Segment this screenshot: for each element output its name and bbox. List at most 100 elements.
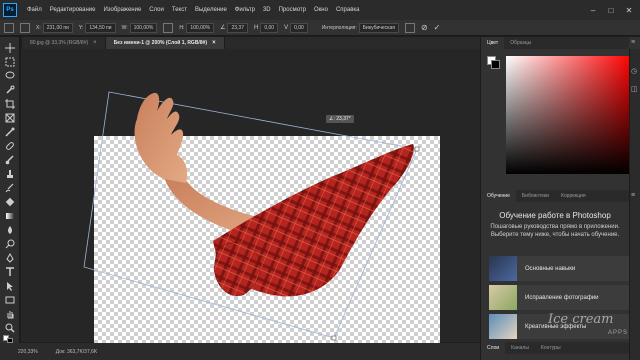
blur-tool-icon[interactable] [5, 225, 15, 235]
quick-select-tool-icon[interactable] [5, 85, 15, 95]
watermark-logo: Ice cream [548, 312, 614, 327]
width-input[interactable]: 100,00% [129, 22, 158, 33]
tab-channels[interactable]: Каналы [505, 342, 535, 354]
close-tab-icon[interactable]: × [93, 40, 97, 46]
type-tool-icon[interactable] [5, 267, 15, 277]
y-input[interactable]: 134,50 пи [85, 22, 116, 33]
photoshop-logo: Ps [3, 3, 17, 17]
color-picker-field[interactable] [506, 56, 632, 174]
eraser-tool-icon[interactable] [5, 197, 15, 207]
gradient-tool-icon[interactable] [5, 211, 15, 221]
menu-image[interactable]: Изображение [99, 7, 145, 13]
angle-input[interactable]: 23,37 [227, 22, 248, 33]
path-selection-tool-icon[interactable] [5, 281, 15, 291]
link-icon[interactable] [163, 22, 174, 33]
properties-panel-icon[interactable]: ◫ [631, 85, 638, 93]
artwork-layer[interactable] [21, 49, 480, 342]
close-button[interactable]: ✕ [620, 0, 638, 20]
tab-paths[interactable]: Контуры [535, 342, 567, 354]
cancel-transform-icon[interactable]: ⊘ [421, 23, 428, 32]
h-label: H: [179, 24, 185, 31]
marquee-tool-icon[interactable] [5, 57, 15, 67]
tab-adjustments[interactable]: Коррекция [555, 190, 592, 202]
transform-tool-icon[interactable] [4, 22, 14, 33]
menu-bar: Ps Файл Редактирование Изображение Слои … [0, 0, 640, 20]
zoom-tool-icon[interactable] [5, 323, 15, 333]
hand-skin [134, 92, 188, 183]
tab-label: Без имени-1 @ 200% (Слой 1, RGB/8#) [113, 40, 208, 46]
interpolation-select[interactable]: Бикубическая [358, 22, 399, 33]
tab-layers[interactable]: Слои [481, 342, 506, 354]
pen-tool-icon[interactable] [5, 253, 15, 263]
menu-layers[interactable]: Слои [145, 7, 168, 13]
panel-background-swatch[interactable] [491, 60, 500, 69]
lasso-tool-icon[interactable] [5, 71, 15, 81]
y-label: Y: [78, 24, 84, 31]
minimize-button[interactable]: – [584, 0, 602, 20]
tools-panel [0, 37, 20, 343]
frame-tool-icon[interactable] [5, 113, 15, 123]
learn-card-photo-fix[interactable]: Исправление фотографии [489, 285, 629, 310]
interpolation-label: Интерполяция: [321, 24, 357, 31]
close-tab-icon[interactable]: × [212, 40, 216, 46]
tab-libraries[interactable]: Библиотеки [516, 190, 555, 202]
document-tabs: 80.jpg @ 33,3% (RGB/8#) × Без имени-1 @ … [22, 37, 480, 49]
tab-document-untitled[interactable]: Без имени-1 @ 200% (Слой 1, RGB/8#) × [105, 37, 225, 49]
learn-title: Обучение работе в Photoshop [499, 211, 611, 220]
menu-select[interactable]: Выделение [191, 7, 231, 13]
card-thumbnail [489, 314, 517, 339]
menu-3d[interactable]: 3D [259, 7, 275, 13]
color-panel-tabs: Цвет Образцы [481, 37, 629, 49]
collapsed-panels-strip [629, 49, 640, 360]
menu-window[interactable]: Окно [310, 7, 332, 13]
tab-label: 80.jpg @ 33,3% (RGB/8#) [30, 40, 89, 46]
x-input[interactable]: 231,00 пи [42, 22, 73, 33]
menu-view[interactable]: Просмотр [275, 7, 310, 13]
crop-tool-icon[interactable] [5, 99, 15, 109]
options-bar: X: 231,00 пи Y: 134,50 пи W: 100,00% H: … [0, 20, 640, 36]
menu-filter[interactable]: Фильтр [231, 7, 259, 13]
height-input[interactable]: 100,00% [186, 22, 215, 33]
healing-brush-tool-icon[interactable] [5, 141, 15, 151]
history-brush-tool-icon[interactable] [5, 183, 15, 193]
menu-help[interactable]: Справка [332, 7, 364, 13]
v-skew-icon: V [284, 24, 289, 31]
clone-stamp-tool-icon[interactable] [5, 169, 15, 179]
warp-icon[interactable] [404, 22, 415, 33]
tab-swatches[interactable]: Образцы [504, 37, 537, 49]
hand-tool-icon[interactable] [5, 309, 15, 319]
menu-edit[interactable]: Редактирование [46, 7, 100, 13]
menu-file[interactable]: Файл [23, 7, 46, 13]
h-skew-icon: H [254, 24, 259, 31]
layers-panel-tabs: Слои Каналы Контуры [481, 342, 629, 354]
angle-icon: ∠ [220, 25, 226, 31]
v-skew-input[interactable]: 0,00 [290, 22, 308, 33]
zoom-level[interactable]: 220,33% [18, 349, 38, 355]
panel-menu-icon[interactable]: ≡ [631, 39, 635, 46]
transform-handle [331, 335, 337, 341]
maximize-button[interactable]: □ [602, 0, 620, 20]
document-workspace[interactable]: ∠: 23,37° [21, 49, 480, 360]
learn-card-basics[interactable]: Основные навыки [489, 256, 629, 281]
brush-tool-icon[interactable] [5, 155, 15, 165]
card-thumbnail [489, 285, 517, 310]
reference-point-icon[interactable] [20, 22, 30, 33]
commit-transform-icon[interactable]: ✓ [434, 23, 441, 32]
move-tool-icon[interactable] [5, 43, 15, 53]
w-label: W: [121, 24, 128, 31]
eyedropper-tool-icon[interactable] [5, 127, 15, 137]
menu-type[interactable]: Текст [168, 7, 191, 13]
panel-menu-icon[interactable]: ≡ [631, 192, 635, 199]
document-size: Док: 363,7K/37,6K [55, 348, 98, 355]
tab-document-80[interactable]: 80.jpg @ 33,3% (RGB/8#) × [22, 37, 106, 49]
learn-description: Пошаговые руководства прямо в приложении… [490, 224, 620, 238]
h-skew-input[interactable]: 0,00 [260, 22, 279, 33]
dodge-tool-icon[interactable] [5, 239, 15, 249]
rectangle-tool-icon[interactable] [5, 295, 15, 305]
transform-handle [414, 146, 420, 152]
tab-learn[interactable]: Обучение [481, 190, 516, 202]
history-panel-icon[interactable]: ◷ [631, 67, 637, 75]
card-thumbnail [489, 256, 517, 281]
learn-panel-tabs: Обучение Библиотеки Коррекция [481, 190, 629, 202]
tab-color[interactable]: Цвет [481, 37, 505, 49]
